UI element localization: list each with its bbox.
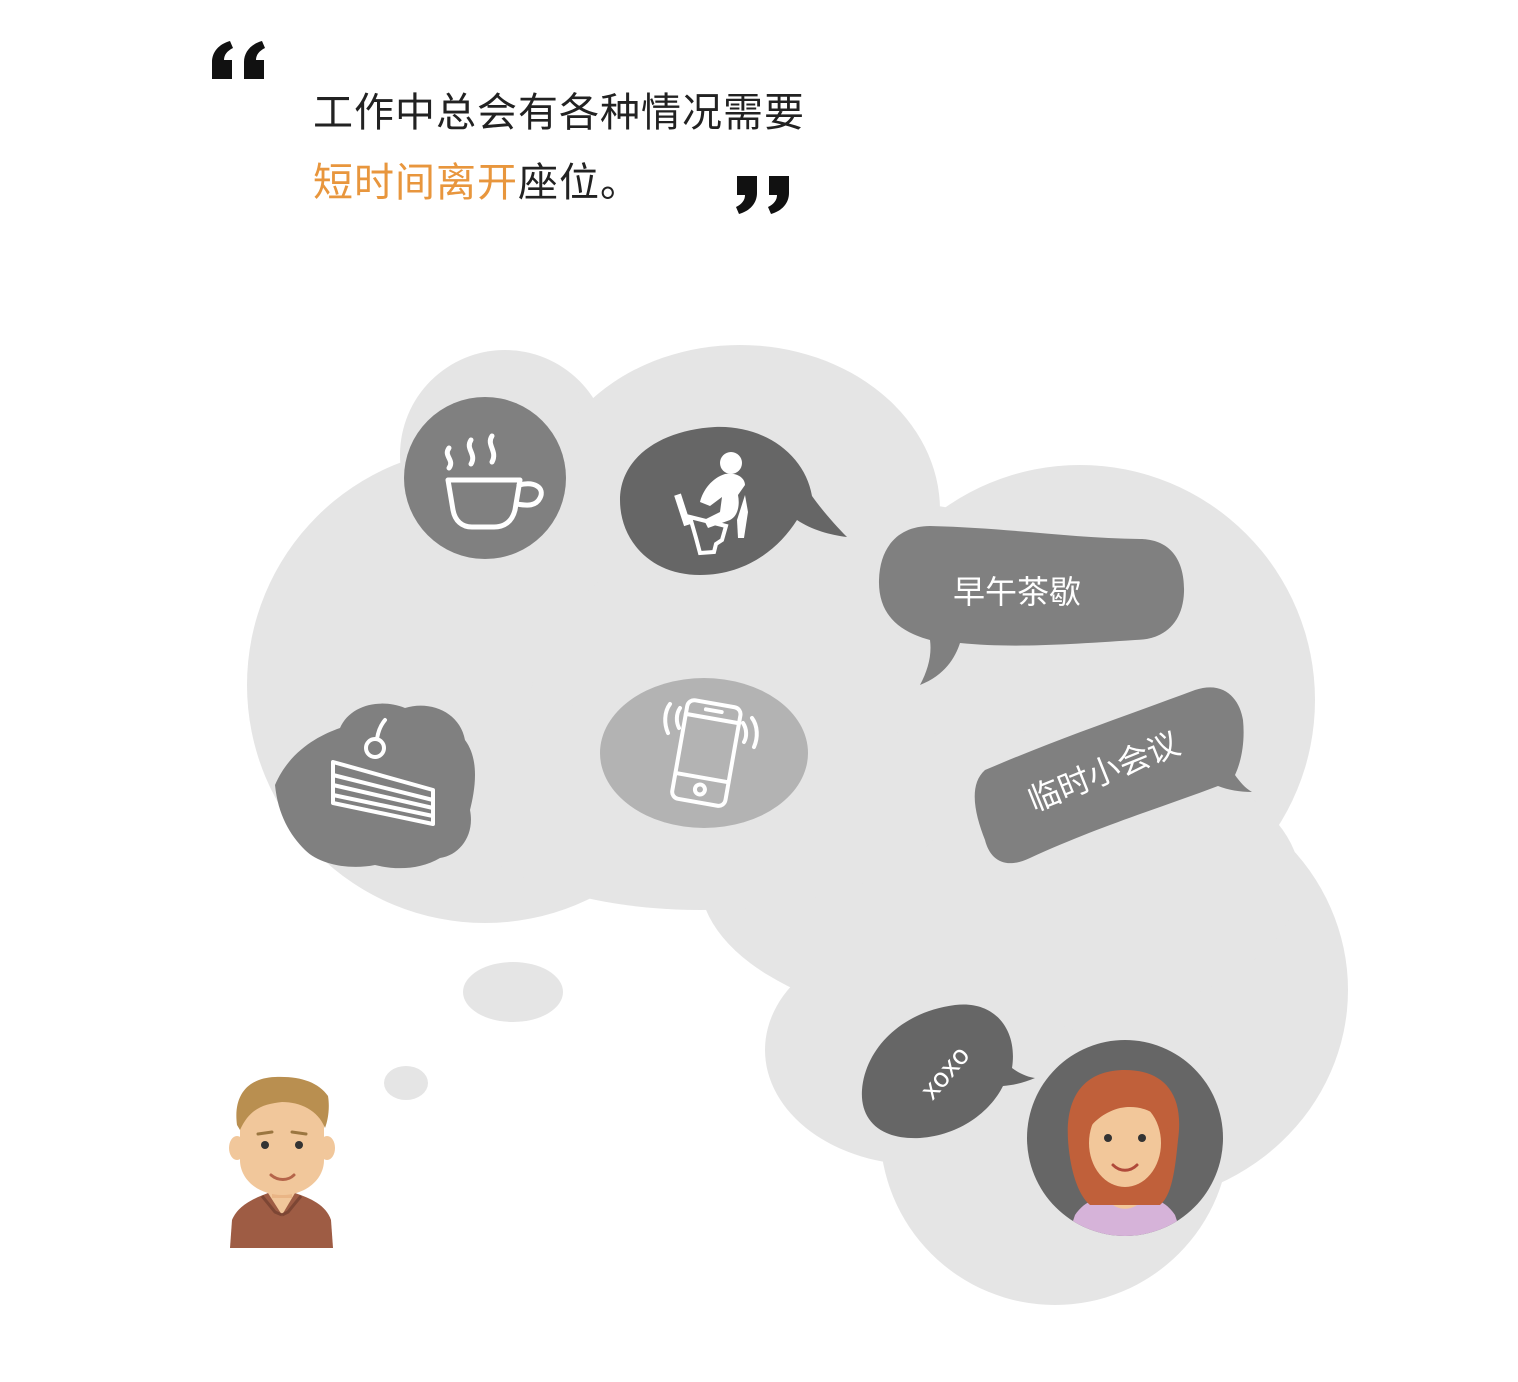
man-avatar	[229, 1076, 335, 1248]
illustration: 工作中总会有各种情况需要 短时间离开座位。 早午茶歇 临时小会议 xoxo	[0, 0, 1518, 1382]
open-quote-icon	[212, 41, 265, 79]
tea-break-label: 早午茶歇	[953, 573, 1081, 611]
close-quote-icon	[736, 176, 789, 214]
scene-svg: 早午茶歇 临时小会议 xoxo	[212, 41, 1348, 1305]
thought-dot-large	[463, 962, 563, 1022]
thought-dot-small	[384, 1066, 428, 1100]
coffee-bubble	[404, 397, 566, 559]
phone-bubble	[600, 678, 808, 828]
